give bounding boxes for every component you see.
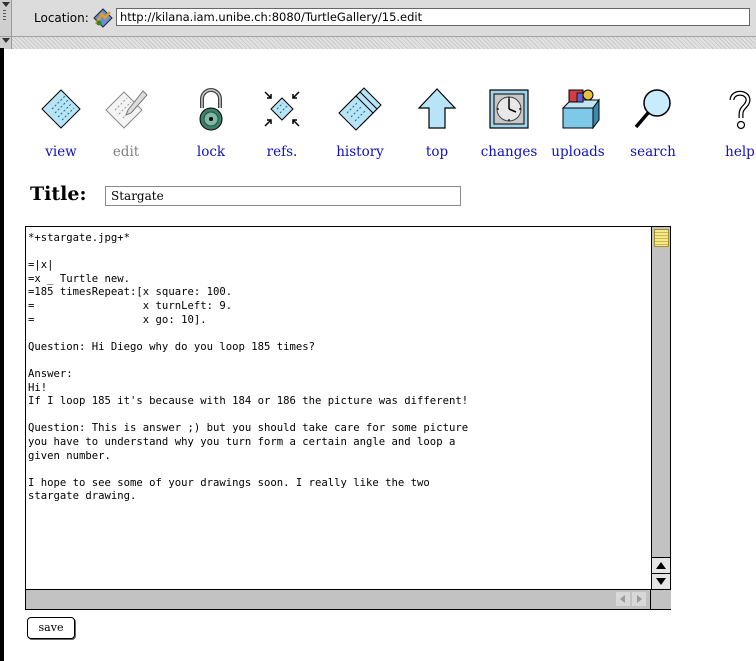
location-url-field[interactable]: http://kilana.iam.unibe.ch:8080/TurtleGa… [116,8,750,26]
top-icon [417,88,457,129]
changes-icon [489,89,529,129]
nav-uploads[interactable]: uploads [546,86,610,160]
view-icon [41,89,81,129]
nav-lock-label: lock [196,144,226,160]
nav-refs-label: refs. [266,144,298,160]
lock-icon [199,88,223,131]
nav-help-label: help [725,144,755,160]
scroll-up-button[interactable] [652,557,670,573]
nav-search-label: search [630,144,676,160]
history-icon [338,87,382,131]
proxy-icon[interactable] [93,8,113,28]
scroll-right-button[interactable] [632,592,646,606]
toolbar-collapse-grip[interactable] [0,0,12,36]
save-button[interactable]: save [27,617,75,639]
left-arrow-icon [620,595,625,603]
title-input[interactable]: Stargate [105,186,461,206]
refs-icon [264,91,300,127]
edit-icon [105,90,148,129]
scroll-left-button[interactable] [616,592,630,606]
nav-top-label: top [425,144,449,160]
nav-history-label: history [336,144,384,160]
horizontal-scrollbar[interactable] [26,589,671,609]
nav-edit-label: edit [112,144,140,160]
nav-lock[interactable]: lock [179,86,243,160]
scroll-corner [650,590,671,609]
nav-view[interactable]: view [29,86,93,160]
nav-uploads-label: uploads [551,144,605,160]
scroll-thumb[interactable] [654,229,669,247]
toolbar-row-2 [0,36,756,49]
scroll-down-button[interactable] [652,573,670,589]
right-arrow-icon [637,595,642,603]
nav-refs[interactable]: refs. [250,86,314,160]
location-label: Location: [34,11,89,25]
nav-top[interactable]: top [405,86,469,160]
content-textarea[interactable]: *+stargate.jpg+* =|x| =x _ Turtle new. =… [25,226,671,610]
nav-changes[interactable]: changes [477,86,541,160]
nav-view-label: view [45,144,77,160]
nav-search[interactable]: search [621,86,685,160]
nav-edit: edit [94,86,158,160]
window-frame-edge [0,48,4,661]
nav-changes-label: changes [480,144,538,160]
content-text[interactable]: *+stargate.jpg+* =|x| =x _ Turtle new. =… [28,232,648,586]
nav-history[interactable]: history [328,86,392,160]
search-icon [634,89,671,129]
location-row: Location: http://kilana.iam.unibe.ch:808… [0,0,756,36]
help-icon [729,90,751,130]
title-label: Title: [30,183,87,205]
vertical-scrollbar[interactable] [651,227,670,590]
up-arrow-icon [656,562,666,569]
nav-help[interactable]: help [708,86,756,160]
uploads-icon [561,89,600,130]
down-arrow-icon [656,578,666,585]
location-toolbar: Location: http://kilana.iam.unibe.ch:808… [0,0,756,49]
